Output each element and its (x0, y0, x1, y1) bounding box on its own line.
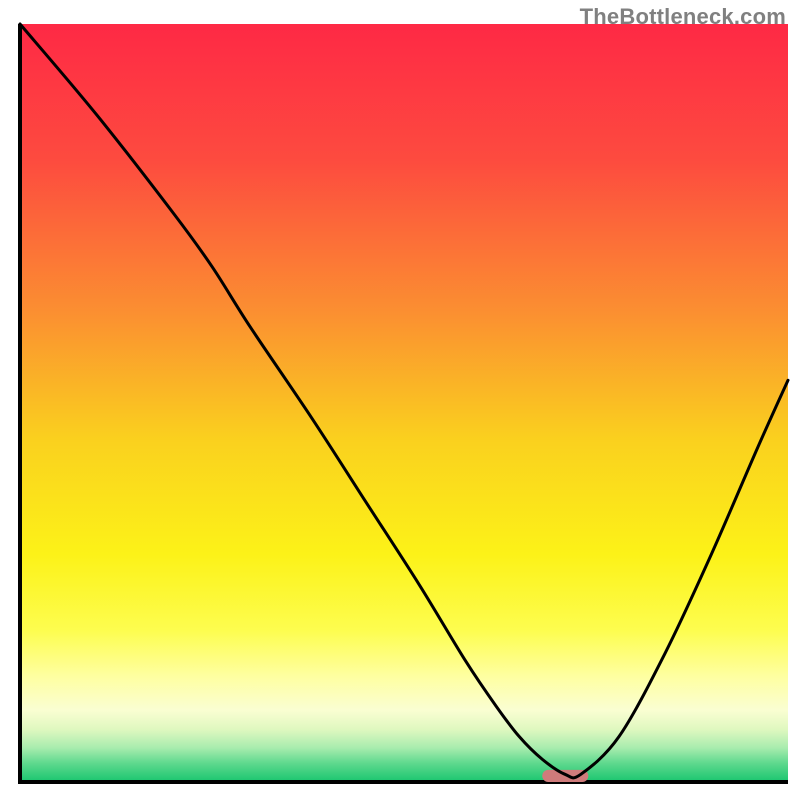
bottleneck-chart (0, 0, 800, 800)
gradient-background (20, 24, 788, 782)
chart-frame: TheBottleneck.com (0, 0, 800, 800)
watermark-text: TheBottleneck.com (580, 4, 786, 30)
